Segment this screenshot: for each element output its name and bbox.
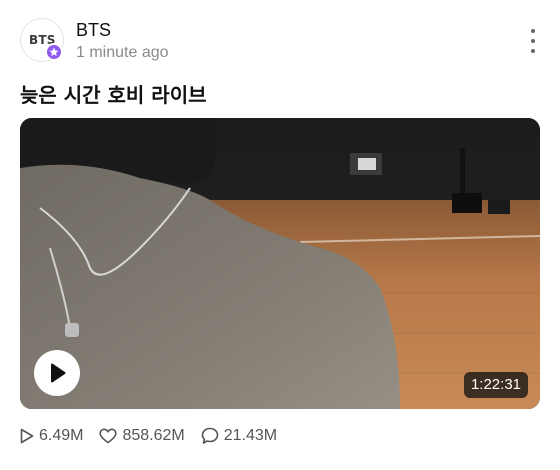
more-options-button[interactable] — [526, 28, 540, 54]
views-stat: 6.49M — [20, 427, 83, 445]
post-timestamp: 1 minute ago — [76, 44, 169, 61]
post-title: 늦은 시간 호비 라이브 — [20, 83, 207, 107]
video-thumbnail[interactable]: 1:22:31 — [20, 118, 540, 409]
heart-icon — [99, 428, 118, 444]
avatar[interactable]: BTS — [20, 18, 64, 62]
views-count: 6.49M — [39, 427, 84, 444]
author-name[interactable]: BTS — [76, 20, 111, 41]
star-icon — [49, 47, 59, 56]
comments-count: 21.43M — [223, 427, 278, 444]
likes-count: 858.62M — [122, 427, 185, 444]
comment-icon — [201, 427, 219, 444]
video-duration: 1:22:31 — [463, 372, 528, 398]
play-outline-icon — [20, 428, 34, 444]
post-header: BTS BTS 1 minute ago — [20, 18, 540, 66]
play-button[interactable] — [34, 350, 80, 396]
verified-badge — [45, 43, 63, 61]
video-frame-image — [20, 118, 540, 409]
comments-stat[interactable]: 21.43M — [201, 427, 277, 445]
post-stats: 6.49M 858.62M 21.43M — [20, 425, 293, 447]
play-icon — [51, 363, 66, 383]
likes-stat[interactable]: 858.62M — [99, 427, 185, 445]
